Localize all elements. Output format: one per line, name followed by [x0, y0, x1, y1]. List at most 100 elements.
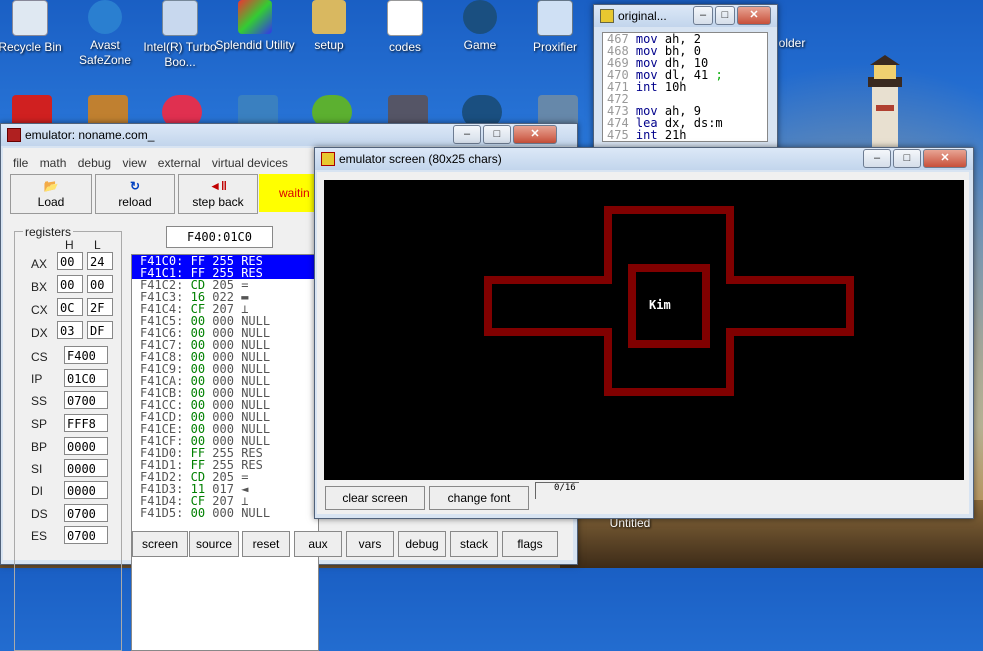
menu-math[interactable]: math — [36, 154, 71, 172]
menu-virtual-devices[interactable]: virtual devices — [208, 154, 292, 172]
page-indicator: 0/16 — [535, 482, 579, 502]
desktop-icon-label: Intel(R) Turbo Boo... — [143, 40, 217, 69]
desktop-icon-label: Proxifier — [532, 40, 577, 54]
desktop-icon-intel[interactable]: Intel(R) Turbo Boo... — [138, 0, 222, 70]
dl-value[interactable]: DF — [87, 321, 113, 339]
change-font-button[interactable]: change font — [429, 486, 529, 510]
desktop-icon-splendid[interactable]: Splendid Utility — [213, 0, 297, 53]
es-value[interactable]: 0700 — [64, 526, 108, 544]
emulator-titlebar[interactable]: emulator: noname.com_ ‒ □ ✕ — [1, 124, 577, 146]
screen-titlebar[interactable]: emulator screen (80x25 chars) ‒ □ ✕ — [315, 148, 973, 170]
minimize-button[interactable]: ‒ — [863, 149, 891, 168]
source-window[interactable]: original... ‒ □ ✕ 467 mov ah, 2 468 mov … — [593, 4, 778, 152]
register-label: CS — [31, 350, 48, 364]
register-label: CX — [31, 303, 48, 317]
register-label: AX — [31, 257, 48, 271]
desktop-icon-game[interactable]: Game — [438, 0, 522, 53]
screen-text: Kim — [649, 298, 671, 312]
close-button[interactable]: ✕ — [513, 125, 557, 144]
close-button[interactable]: ✕ — [923, 149, 967, 168]
proxifier-icon — [537, 0, 573, 36]
avast-icon — [88, 0, 122, 34]
minimize-button[interactable]: ‒ — [693, 6, 713, 25]
desktop-icon-label: Recycle Bin — [0, 40, 62, 54]
splendid-icon — [238, 0, 272, 34]
register-label: SS — [31, 394, 48, 408]
reload-icon: ↻ — [129, 179, 141, 193]
step-back-button[interactable]: ◄‖ step back — [178, 174, 258, 214]
desktop-icon-label: codes — [388, 40, 422, 54]
emulator-title: emulator: noname.com_ — [25, 128, 155, 142]
memory-row[interactable]: F41D5: 00 000 NULL — [132, 507, 318, 519]
ch-value[interactable]: 0C — [57, 298, 83, 316]
high-byte-header: H — [65, 238, 74, 252]
register-label: DS — [31, 507, 48, 521]
memory-list[interactable]: F41C0: FF 255 RES F41C1: FF 255 RES F41C… — [131, 254, 319, 651]
menu-file[interactable]: file — [9, 154, 32, 172]
minimize-button[interactable]: ‒ — [453, 125, 481, 144]
emulator-screen-window[interactable]: emulator screen (80x25 chars) ‒ □ ✕ Kim … — [314, 147, 974, 519]
emulator-display[interactable]: Kim — [324, 180, 964, 480]
stack-button[interactable]: stack — [450, 531, 498, 557]
desktop-icon-proxifier[interactable]: Proxifier — [513, 0, 597, 55]
maximize-button[interactable]: □ — [483, 125, 511, 144]
close-button[interactable]: ✕ — [737, 6, 771, 25]
aux-button[interactable]: aux — [294, 531, 342, 557]
dh-value[interactable]: 03 — [57, 321, 83, 339]
menu-debug[interactable]: debug — [74, 154, 115, 172]
cl-value[interactable]: 2F — [87, 298, 113, 316]
code-line: 475 int 21h — [607, 128, 687, 142]
ss-value[interactable]: 0700 — [64, 391, 108, 409]
register-label: BP — [31, 440, 48, 454]
reload-button[interactable]: ↻ reload — [95, 174, 175, 214]
recycle-bin-icon — [12, 0, 48, 36]
ip-value[interactable]: 01C0 — [64, 369, 108, 387]
source-title: original... — [618, 9, 667, 23]
desktop-icon-codes[interactable]: codes — [363, 0, 447, 55]
register-label: DX — [31, 326, 48, 340]
vars-button[interactable]: vars — [346, 531, 394, 557]
register-label: BX — [31, 280, 48, 294]
menu-external[interactable]: external — [154, 154, 205, 172]
register-label: IP — [31, 372, 43, 386]
desktop-icon-avast[interactable]: Avast SafeZone — [63, 0, 147, 68]
bh-value[interactable]: 00 — [57, 275, 83, 293]
maximize-button[interactable]: □ — [893, 149, 921, 168]
screen-button[interactable]: screen — [132, 531, 188, 557]
desktop-icon-label: setup — [314, 38, 344, 52]
register-label: SI — [31, 462, 43, 476]
debug-button[interactable]: debug — [398, 531, 446, 557]
ds-value[interactable]: 0700 — [64, 504, 108, 522]
sp-value[interactable]: FFF8 — [64, 414, 108, 432]
folder-open-icon: 📂 — [43, 179, 59, 193]
al-value[interactable]: 24 — [87, 252, 113, 270]
menu-view[interactable]: view — [118, 154, 150, 172]
desktop-icon-setup[interactable]: setup — [287, 0, 371, 53]
source-button[interactable]: source — [189, 531, 239, 557]
maximize-button[interactable]: □ — [715, 6, 735, 25]
clear-screen-button[interactable]: clear screen — [325, 486, 425, 510]
register-label: ES — [31, 529, 48, 543]
address-field[interactable]: F400:01C0 — [166, 226, 273, 248]
cs-value[interactable]: F400 — [64, 346, 108, 364]
setup-icon — [312, 0, 346, 34]
register-label: SP — [31, 417, 48, 431]
flags-button[interactable]: flags — [502, 531, 558, 557]
lighthouse-image — [868, 55, 902, 155]
desktop-icon-recycle-bin[interactable]: Recycle Bin — [0, 0, 72, 55]
screen-title: emulator screen (80x25 chars) — [339, 152, 502, 166]
source-titlebar[interactable]: original... ‒ □ ✕ — [594, 5, 777, 27]
reset-button[interactable]: reset — [242, 531, 290, 557]
ah-value[interactable]: 00 — [57, 252, 83, 270]
cross-right-fill — [726, 284, 846, 328]
load-button[interactable]: 📂 Load — [10, 174, 92, 214]
source-code-area[interactable]: 467 mov ah, 2 468 mov bh, 0 469 mov dh, … — [602, 32, 768, 142]
desktop-icon-label: Avast SafeZone — [78, 38, 132, 67]
cross-left-fill — [492, 284, 612, 328]
si-value[interactable]: 0000 — [64, 459, 108, 477]
low-byte-header: L — [94, 238, 101, 252]
step-back-icon: ◄‖ — [209, 179, 227, 193]
di-value[interactable]: 0000 — [64, 481, 108, 499]
bp-value[interactable]: 0000 — [64, 437, 108, 455]
bl-value[interactable]: 00 — [87, 275, 113, 293]
